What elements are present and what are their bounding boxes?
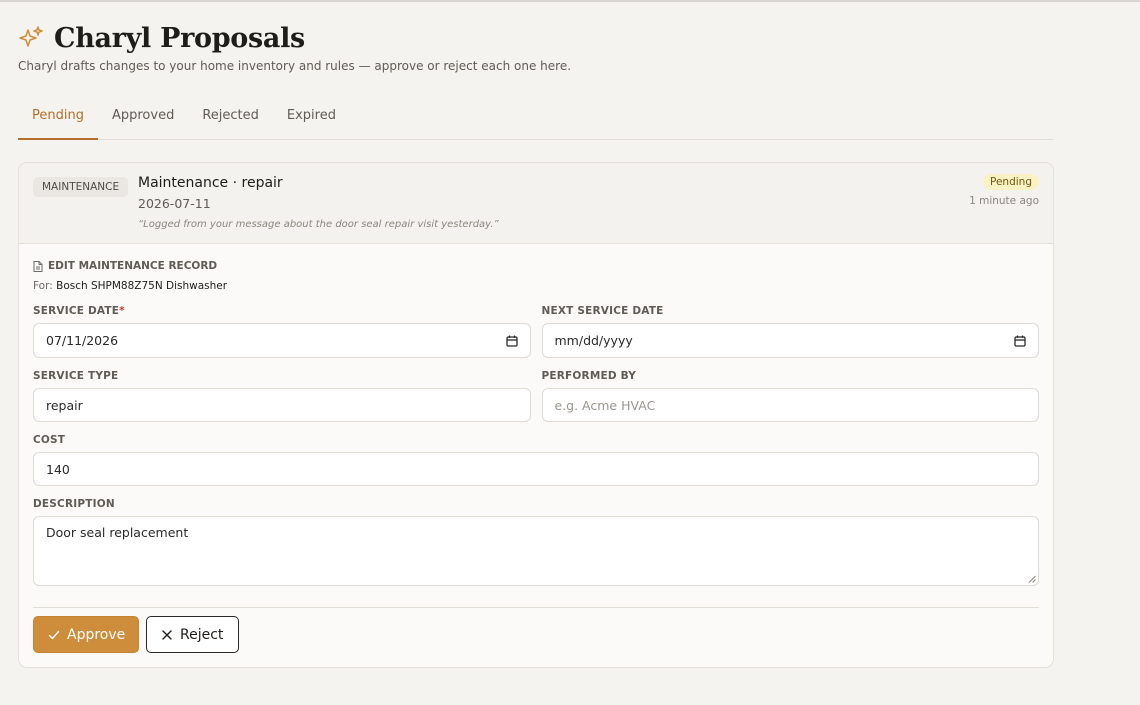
record-target-name: Bosch SHPM88Z75N Dishwasher	[56, 280, 228, 292]
section-label-text: EDIT MAINTENANCE RECORD	[48, 260, 218, 272]
section-label: EDIT MAINTENANCE RECORD	[33, 260, 1039, 272]
proposal-title: Maintenance · repair	[138, 175, 283, 191]
next-service-date-field: NEXT SERVICE DATE mm/dd/yyyy	[541, 305, 1039, 358]
performed-by-input[interactable]: e.g. Acme HVAC	[541, 388, 1039, 422]
record-target: For: Bosch SHPM88Z75N Dishwasher	[33, 280, 1039, 292]
close-icon	[161, 629, 173, 641]
page-title: Charyl Proposals	[54, 22, 305, 54]
timestamp: 1 minute ago	[969, 195, 1039, 207]
cost-field: COST 140	[33, 434, 1039, 486]
check-icon	[48, 629, 60, 641]
description-field: DESCRIPTION Door seal replacement	[33, 498, 1039, 586]
proposal-card: MAINTENANCE Maintenance · repair 2026-07…	[18, 162, 1054, 668]
proposal-date: 2026-07-11	[138, 196, 211, 211]
type-badge: MAINTENANCE	[33, 177, 129, 197]
service-date-label: SERVICE DATE*	[33, 305, 125, 317]
cost-label: COST	[33, 434, 66, 446]
calendar-icon[interactable]	[1014, 335, 1026, 347]
approve-button[interactable]: Approve	[33, 616, 139, 653]
performed-by-placeholder: e.g. Acme HVAC	[554, 397, 656, 413]
reject-label: Reject	[180, 626, 224, 643]
next-service-date-input[interactable]: mm/dd/yyyy	[541, 323, 1039, 358]
service-row: SERVICE TYPE repair PERFORMED BY e.g. Ac…	[33, 370, 1039, 422]
service-date-input[interactable]: 07/11/2026	[33, 323, 531, 358]
cost-input[interactable]: 140	[33, 452, 1039, 486]
page: Charyl Proposals Charyl drafts changes t…	[18, 18, 1054, 668]
calendar-icon[interactable]	[505, 335, 518, 347]
tab-approved[interactable]: Approved	[98, 100, 188, 140]
tab-pending[interactable]: Pending	[18, 100, 98, 140]
approve-label: Approve	[67, 626, 126, 643]
service-date-field: SERVICE DATE* 07/11/2026	[33, 305, 531, 358]
proposal-header: MAINTENANCE Maintenance · repair 2026-07…	[19, 163, 1053, 244]
status-tabs: Pending Approved Rejected Expired	[18, 100, 1054, 140]
service-type-label: SERVICE TYPE	[33, 370, 119, 382]
description-textarea[interactable]: Door seal replacement	[33, 516, 1039, 586]
proposal-form: EDIT MAINTENANCE RECORD For: Bosch SHPM8…	[19, 244, 1053, 667]
divider	[33, 607, 1039, 608]
required-mark: *	[119, 305, 125, 317]
cost-value: 140	[46, 461, 70, 477]
sparkle-icon	[18, 25, 44, 51]
proposal-note: “Logged from your message about the door…	[138, 219, 499, 230]
service-type-input[interactable]: repair	[33, 388, 531, 422]
performed-by-field: PERFORMED BY e.g. Acme HVAC	[541, 370, 1039, 422]
next-service-date-label: NEXT SERVICE DATE	[541, 305, 664, 317]
service-type-field: SERVICE TYPE repair	[33, 370, 531, 422]
status-badge: Pending	[983, 174, 1039, 190]
tab-expired[interactable]: Expired	[273, 100, 350, 140]
date-row: SERVICE DATE* 07/11/2026 NEXT SERVICE DA…	[33, 305, 1039, 358]
service-type-value: repair	[46, 397, 83, 413]
action-bar: Approve Reject	[33, 616, 1039, 653]
tab-rejected[interactable]: Rejected	[188, 100, 273, 140]
page-header: Charyl Proposals	[18, 18, 1054, 58]
reject-button[interactable]: Reject	[146, 616, 239, 653]
document-icon	[33, 260, 43, 272]
service-date-value: 07/11/2026	[46, 333, 119, 348]
record-target-prefix: For:	[33, 280, 53, 292]
next-service-date-placeholder: mm/dd/yyyy	[554, 333, 633, 348]
proposal-summary: Maintenance · repair 2026-07-11 “Logged …	[138, 175, 499, 230]
page-subtitle: Charyl drafts changes to your home inven…	[18, 59, 572, 73]
description-label: DESCRIPTION	[33, 498, 115, 510]
description-value: Door seal replacement	[46, 525, 189, 540]
performed-by-label: PERFORMED BY	[541, 370, 637, 382]
top-border	[0, 0, 1140, 2]
